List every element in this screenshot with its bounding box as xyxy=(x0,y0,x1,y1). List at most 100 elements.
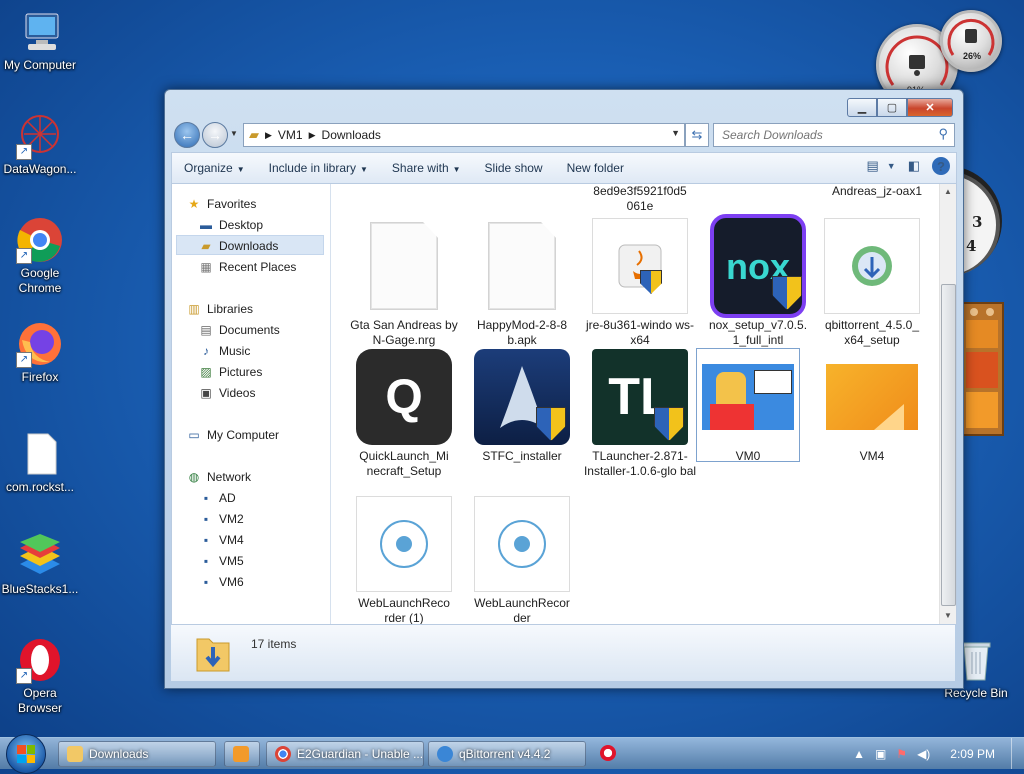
taskbar-item-e2guardian[interactable]: E2Guardian - Unable ... xyxy=(266,741,424,767)
start-button[interactable] xyxy=(6,734,46,774)
chevron-down-icon: ▼ xyxy=(236,165,245,174)
maximize-button[interactable]: ▢ xyxy=(877,98,907,117)
address-bar[interactable]: ▰ ▶ VM1 ▶ Downloads ▼ xyxy=(243,123,685,147)
nav-network-vm4[interactable]: ▪ VM4 xyxy=(198,530,244,550)
nav-network-ad[interactable]: ▪ AD xyxy=(198,488,236,508)
network-computer-icon: ▪ xyxy=(203,554,209,568)
preview-pane-icon[interactable]: ◧ xyxy=(908,158,920,174)
breadcrumb-downloads[interactable]: Downloads xyxy=(322,128,381,142)
file-item-partial[interactable]: 8ed9e3f5921f0d5 061e xyxy=(582,184,698,214)
nsis-installer-icon xyxy=(824,218,920,314)
volume-icon[interactable]: ◀) xyxy=(917,747,930,761)
breadcrumb-vm1[interactable]: VM1 xyxy=(278,128,303,142)
taskbar-item-qbittorrent[interactable]: qBittorrent v4.4.2 xyxy=(428,741,586,767)
recorder-icon xyxy=(356,496,452,592)
memory-meter-gadget[interactable]: 26% xyxy=(940,10,1002,72)
nav-my-computer[interactable]: ▭ My Computer xyxy=(186,425,279,445)
taskbar-item-opera[interactable] xyxy=(592,741,626,765)
view-dropdown-icon[interactable]: ▼ xyxy=(887,161,896,171)
file-item[interactable]: STFC_installer xyxy=(464,349,580,464)
refresh-button[interactable]: ⇆ xyxy=(685,123,709,147)
nav-network[interactable]: ◍ Network xyxy=(186,467,251,487)
help-icon[interactable]: ? xyxy=(932,157,950,175)
chevron-down-icon: ▼ xyxy=(452,165,461,174)
clock-time[interactable]: 2:09 PM xyxy=(950,747,995,761)
nav-downloads[interactable]: ▰ Downloads xyxy=(176,235,324,255)
nav-network-vm2[interactable]: ▪ VM2 xyxy=(198,509,244,529)
file-item[interactable]: nox nox_setup_v7.0.5. 1_full_intl xyxy=(700,214,816,348)
file-item[interactable]: Q QuickLaunch_Mi necraft_Setup xyxy=(346,349,462,479)
desktop-icon-chrome[interactable]: ↗ Google Chrome xyxy=(0,216,80,296)
bluestacks-icon xyxy=(16,532,64,580)
file-item[interactable]: HappyMod-2-8-8 b.apk xyxy=(464,218,580,348)
file-item-selected[interactable]: VM0 xyxy=(696,348,800,463)
taskbar-item-media-player[interactable] xyxy=(224,741,260,767)
show-desktop-button[interactable] xyxy=(1011,738,1024,769)
scroll-down-icon[interactable]: ▼ xyxy=(940,608,956,624)
show-hidden-icons-icon[interactable]: ▲ xyxy=(853,747,865,761)
file-item[interactable]: WebLaunchRecor der xyxy=(464,496,580,624)
nav-network-vm6[interactable]: ▪ VM6 xyxy=(198,572,244,592)
nav-music-label: Music xyxy=(219,344,251,358)
nav-pictures[interactable]: ▨ Pictures xyxy=(198,362,262,382)
desktop-icon-datawagon[interactable]: ↗ DataWagon... xyxy=(0,112,80,177)
desktop-icon-rockstar-file[interactable]: com.rockst... xyxy=(0,430,80,495)
chrome-icon xyxy=(275,746,291,762)
nav-documents[interactable]: ▤ Documents xyxy=(198,320,279,340)
desktop-icon-firefox[interactable]: ↗ Firefox xyxy=(0,320,80,385)
close-button[interactable]: ✕ xyxy=(907,98,953,117)
qbittorrent-icon xyxy=(437,746,453,762)
desktop-icon-opera[interactable]: ↗ Opera Browser xyxy=(0,636,80,716)
command-bar: Organize ▼ Include in library ▼ Share with… xyxy=(171,152,957,184)
file-item[interactable]: Gta San Andreas by N-Gage.nrg xyxy=(346,218,462,348)
recent-pages-dropdown[interactable]: ▼ xyxy=(230,129,238,138)
music-icon: ♪ xyxy=(203,344,209,358)
nav-libraries[interactable]: ▥ Libraries xyxy=(186,299,253,319)
search-icon[interactable]: ⚲ xyxy=(938,126,948,142)
file-item[interactable]: VM4 xyxy=(814,349,930,464)
search-box[interactable]: ⚲ xyxy=(713,123,955,147)
forward-button[interactable]: → xyxy=(202,122,228,148)
scroll-up-icon[interactable]: ▲ xyxy=(940,184,956,200)
nav-videos[interactable]: ▣ Videos xyxy=(198,383,255,403)
nav-recent-places[interactable]: ▦ Recent Places xyxy=(198,257,296,277)
computer-icon: ▭ xyxy=(188,428,200,442)
file-item[interactable]: WebLaunchReco rder (1) xyxy=(346,496,462,624)
back-button[interactable]: ← xyxy=(174,122,200,148)
action-center-icon[interactable]: ⚑ xyxy=(896,747,907,761)
search-input[interactable] xyxy=(720,125,934,145)
newfolder-label: New folder xyxy=(566,161,624,175)
nav-music[interactable]: ♪ Music xyxy=(198,341,250,361)
picture-puzzle-gadget[interactable] xyxy=(960,302,1004,436)
nav-desktop[interactable]: ▬ Desktop xyxy=(198,215,263,235)
file-item[interactable]: TL TLauncher-2.871- Installer-1.0.6-glo … xyxy=(582,349,698,479)
breadcrumb-separator-icon[interactable]: ▶ xyxy=(265,130,272,141)
file-label: jre-8u361-windo ws-x64 xyxy=(585,318,695,347)
vertical-scrollbar[interactable]: ▲ ▼ xyxy=(939,184,956,624)
file-item[interactable]: jre-8u361-windo ws-x64 xyxy=(582,218,698,348)
nav-network-vm5[interactable]: ▪ VM5 xyxy=(198,551,244,571)
desktop-icon-bluestacks[interactable]: BlueStacks1... xyxy=(0,532,80,597)
include-in-library-button[interactable]: Include in library ▼ xyxy=(257,161,380,175)
taskbar-item-label: qBittorrent v4.4.2 xyxy=(459,747,551,761)
network-tray-icon[interactable]: ▣ xyxy=(875,747,886,761)
explorer-window[interactable]: ▁ ▢ ✕ ← → ▼ ▰ ▶ VM1 ▶ Downloads ▼ ⇆ ⚲ Or… xyxy=(164,89,964,689)
organize-button[interactable]: Organize ▼ xyxy=(172,161,257,175)
nav-favorites[interactable]: ★ Favorites xyxy=(186,194,257,214)
datawagon-icon: ↗ xyxy=(16,112,64,160)
change-view-icon[interactable]: ▤ xyxy=(866,158,878,174)
taskbar-item-downloads[interactable]: Downloads xyxy=(58,741,216,767)
address-dropdown-icon[interactable]: ▼ xyxy=(671,128,680,138)
file-item-partial[interactable]: Andreas_jz-oax1 xyxy=(812,184,942,199)
desktop-icon-my-computer[interactable]: My Computer xyxy=(0,8,80,73)
chrome-icon: ↗ xyxy=(16,216,64,264)
minimize-button[interactable]: ▁ xyxy=(847,98,877,117)
chevron-down-icon: ▼ xyxy=(360,165,368,174)
share-with-button[interactable]: Share with ▼ xyxy=(380,161,473,175)
slide-show-button[interactable]: Slide show xyxy=(473,161,555,175)
breadcrumb-separator-icon[interactable]: ▶ xyxy=(309,130,316,141)
file-thumbnail: TL xyxy=(592,349,688,445)
file-item[interactable]: qbittorrent_4.5.0_ x64_setup xyxy=(814,218,930,348)
new-folder-button[interactable]: New folder xyxy=(555,161,636,175)
scrollbar-thumb[interactable] xyxy=(941,284,956,606)
